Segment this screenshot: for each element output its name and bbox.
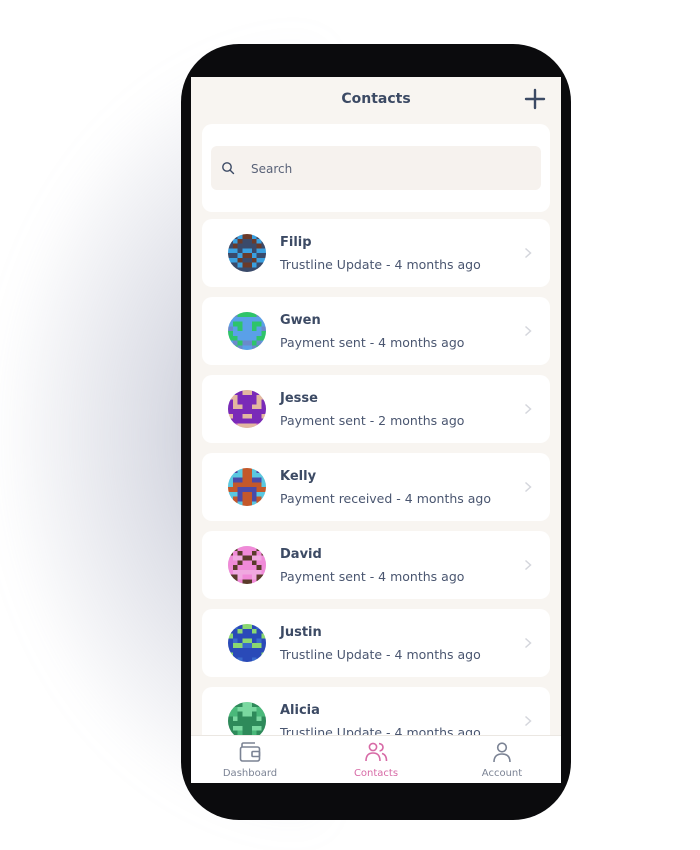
contact-name: Kelly — [280, 469, 317, 484]
contact-name: David — [280, 547, 322, 562]
contact-activity: Trustline Update - 4 months ago — [280, 647, 481, 662]
contact-activity: Payment sent - 4 months ago — [280, 569, 465, 584]
contact-row-justin[interactable]: Justin Trustline Update - 4 months ago — [202, 609, 550, 677]
page-title: Contacts — [341, 91, 411, 107]
tab-dashboard[interactable]: Dashboard — [200, 736, 300, 783]
contact-activity: Payment sent - 4 months ago — [280, 335, 465, 350]
chevron-right-icon — [524, 325, 532, 337]
chevron-right-icon — [524, 637, 532, 649]
avatar — [228, 390, 266, 428]
chevron-right-icon — [524, 247, 532, 259]
contact-name: Jesse — [280, 391, 318, 406]
chevron-right-icon — [524, 559, 532, 571]
chevron-right-icon — [524, 481, 532, 493]
tab-contacts[interactable]: Contacts — [326, 736, 426, 783]
contact-activity: Payment sent - 2 months ago — [280, 413, 465, 428]
bottom-tab-bar: Dashboard Contacts Account — [191, 735, 561, 783]
contact-name: Filip — [280, 235, 312, 250]
search-icon — [222, 162, 235, 175]
avatar — [228, 234, 266, 272]
plus-icon[interactable] — [523, 87, 547, 111]
contact-row-kelly[interactable]: Kelly Payment received - 4 months ago — [202, 453, 550, 521]
avatar — [228, 312, 266, 350]
contacts-icon — [365, 742, 388, 762]
contact-row-jesse[interactable]: Jesse Payment sent - 2 months ago — [202, 375, 550, 443]
account-icon — [493, 742, 511, 763]
tab-label: Contacts — [353, 768, 399, 779]
wallet-icon — [239, 742, 261, 762]
search-input[interactable] — [249, 146, 533, 192]
header-bar: Contacts — [191, 77, 561, 123]
chevron-right-icon — [524, 715, 532, 727]
contact-row-david[interactable]: David Payment sent - 4 months ago — [202, 531, 550, 599]
phone-frame: Contacts Filip Trustline Update - 4 mont… — [181, 44, 571, 820]
contact-name: Alicia — [280, 703, 320, 718]
contact-name: Gwen — [280, 313, 321, 328]
avatar — [228, 546, 266, 584]
search-card — [202, 124, 550, 212]
tab-label: Account — [481, 768, 523, 779]
contact-name: Justin — [280, 625, 322, 640]
app-screen: Contacts Filip Trustline Update - 4 mont… — [191, 77, 561, 783]
contact-row-filip[interactable]: Filip Trustline Update - 4 months ago — [202, 219, 550, 287]
tab-label: Dashboard — [222, 768, 278, 779]
contact-activity: Payment received - 4 months ago — [280, 491, 491, 506]
tab-account[interactable]: Account — [452, 736, 552, 783]
chevron-right-icon — [524, 403, 532, 415]
search-box[interactable] — [211, 146, 541, 192]
contact-row-gwen[interactable]: Gwen Payment sent - 4 months ago — [202, 297, 550, 365]
contact-activity: Trustline Update - 4 months ago — [280, 257, 481, 272]
avatar — [228, 624, 266, 662]
avatar — [228, 468, 266, 506]
